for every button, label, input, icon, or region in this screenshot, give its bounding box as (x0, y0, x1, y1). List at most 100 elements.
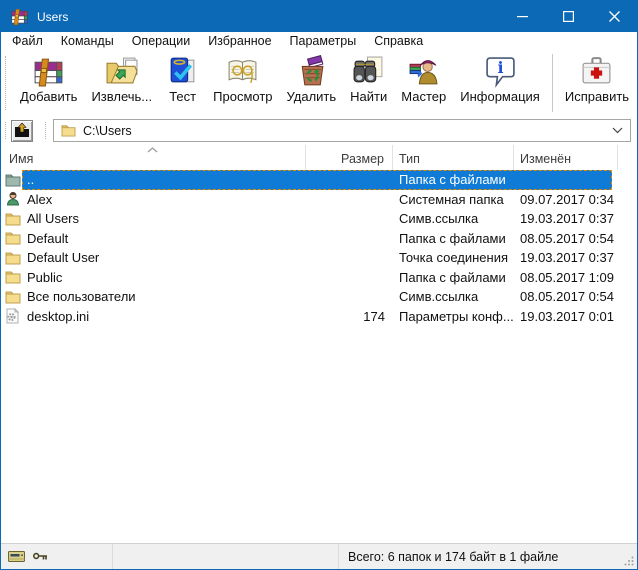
info-icon: i (484, 55, 517, 88)
user-icon (5, 191, 21, 207)
extract-icon (105, 55, 138, 88)
menu-favorites[interactable]: Избранное (199, 33, 280, 49)
key-icon[interactable] (33, 551, 48, 562)
disk-icon[interactable] (8, 550, 26, 563)
close-button[interactable] (591, 1, 637, 32)
sort-asc-icon (147, 147, 158, 153)
file-modified: 09.07.2017 0:34 (514, 192, 618, 207)
file-modified: 08.05.2017 1:09 (514, 270, 618, 285)
folder-up-icon (5, 172, 21, 188)
address-gripper[interactable] (45, 122, 46, 139)
table-row-vse-polzovateli[interactable]: Все пользователи Симв.ссылка 08.05.2017 … (1, 287, 637, 307)
file-name: Все пользователи (27, 289, 136, 304)
file-name: .. (27, 172, 34, 187)
address-bar: C:\Users (1, 116, 637, 145)
file-name: desktop.ini (27, 309, 89, 324)
table-row-default-user[interactable]: Default User Точка соединения 19.03.2017… (1, 248, 637, 268)
delete-button-label: Удалить (287, 89, 337, 104)
find-button[interactable]: Найти (343, 50, 394, 104)
list-header: Имя Размер Тип Изменён (1, 145, 637, 170)
file-type: Папка с файлами (393, 172, 514, 187)
view-icon (226, 55, 259, 88)
statusbar-middle-section (113, 544, 339, 569)
delete-button[interactable]: Удалить (280, 50, 344, 104)
file-modified: 08.05.2017 0:54 (514, 289, 618, 304)
column-header-size[interactable]: Размер (306, 145, 393, 170)
repair-button[interactable]: Исправить (558, 50, 636, 104)
extract-button[interactable]: Извлечь... (84, 50, 159, 104)
repair-button-label: Исправить (565, 89, 629, 104)
chevron-down-icon[interactable] (612, 127, 623, 134)
statusbar-icons-section (1, 544, 113, 569)
up-one-level-button[interactable] (11, 120, 33, 142)
close-icon (609, 11, 620, 22)
menu-file[interactable]: Файл (3, 33, 52, 49)
statusbar-total: Всего: 6 папок и 174 байт в 1 файле (339, 550, 637, 564)
table-row-all-users[interactable]: All Users Симв.ссылка 19.03.2017 0:37 (1, 209, 637, 229)
file-modified: 19.03.2017 0:01 (514, 309, 618, 324)
file-type: Параметры конф... (393, 309, 514, 324)
winrar-window: Users Файл Команды Операции Избранн (0, 0, 638, 570)
folder-icon (5, 211, 21, 227)
repair-icon (580, 55, 613, 88)
delete-icon (295, 55, 328, 88)
file-type: Симв.ссылка (393, 289, 514, 304)
find-button-label: Найти (350, 89, 387, 104)
toolbar-gripper[interactable] (5, 56, 6, 110)
svg-text:i: i (497, 58, 503, 77)
address-path[interactable]: C:\Users (83, 124, 612, 138)
folder-icon (5, 230, 21, 246)
table-row-alex[interactable]: Alex Системная папка 09.07.2017 0:34 (1, 190, 637, 210)
maximize-icon (563, 11, 574, 22)
column-header-size-label: Размер (341, 152, 384, 166)
test-button-label: Тест (169, 89, 196, 104)
window-controls (499, 1, 637, 32)
column-header-modified[interactable]: Изменён (514, 145, 618, 170)
menu-help[interactable]: Справка (365, 33, 432, 49)
up-toolbar-gripper[interactable] (5, 122, 6, 139)
address-combobox[interactable]: C:\Users (53, 119, 631, 142)
minimize-button[interactable] (499, 1, 545, 32)
file-name: Public (27, 270, 62, 285)
add-button-label: Добавить (20, 89, 77, 104)
ini-file-icon (5, 308, 21, 324)
folder-icon (5, 289, 21, 305)
view-button[interactable]: Просмотр (206, 50, 279, 104)
column-header-filler (618, 145, 637, 170)
minimize-icon (517, 11, 528, 22)
find-icon (352, 55, 385, 88)
info-button[interactable]: i Информация (453, 50, 547, 104)
folder-icon (5, 269, 21, 285)
file-size: 174 (306, 309, 393, 324)
file-modified: 19.03.2017 0:37 (514, 211, 618, 226)
table-row-desktop-ini[interactable]: desktop.ini 174 Параметры конф... 19.03.… (1, 307, 637, 327)
file-modified: 08.05.2017 0:54 (514, 231, 618, 246)
column-header-name[interactable]: Имя (1, 145, 306, 170)
file-name: Alex (27, 192, 52, 207)
wizard-button[interactable]: Мастер (394, 50, 453, 104)
view-button-label: Просмотр (213, 89, 272, 104)
menu-commands[interactable]: Команды (52, 33, 123, 49)
test-button[interactable]: Тест (159, 50, 206, 104)
info-button-label: Информация (460, 89, 540, 104)
column-header-type[interactable]: Тип (393, 145, 514, 170)
table-row-up-dir[interactable]: .. Папка с файлами (1, 170, 637, 190)
file-modified: 19.03.2017 0:37 (514, 250, 618, 265)
column-header-modified-label: Изменён (520, 152, 571, 166)
file-type: Папка с файлами (393, 231, 514, 246)
toolbar-separator (552, 54, 553, 112)
maximize-button[interactable] (545, 1, 591, 32)
folder-icon (5, 250, 21, 266)
status-bar: Всего: 6 папок и 174 байт в 1 файле (1, 543, 637, 569)
add-button[interactable]: Добавить (13, 50, 84, 104)
resize-grip[interactable] (624, 556, 634, 566)
table-row-public[interactable]: Public Папка с файлами 08.05.2017 1:09 (1, 268, 637, 288)
file-type: Системная папка (393, 192, 514, 207)
menu-operations[interactable]: Операции (123, 33, 199, 49)
menu-options[interactable]: Параметры (281, 33, 366, 49)
test-icon (166, 55, 199, 88)
winrar-app-icon (10, 7, 29, 26)
add-archive-icon (32, 55, 65, 88)
table-row-default[interactable]: Default Папка с файлами 08.05.2017 0:54 (1, 229, 637, 249)
title-bar: Users (1, 1, 637, 32)
